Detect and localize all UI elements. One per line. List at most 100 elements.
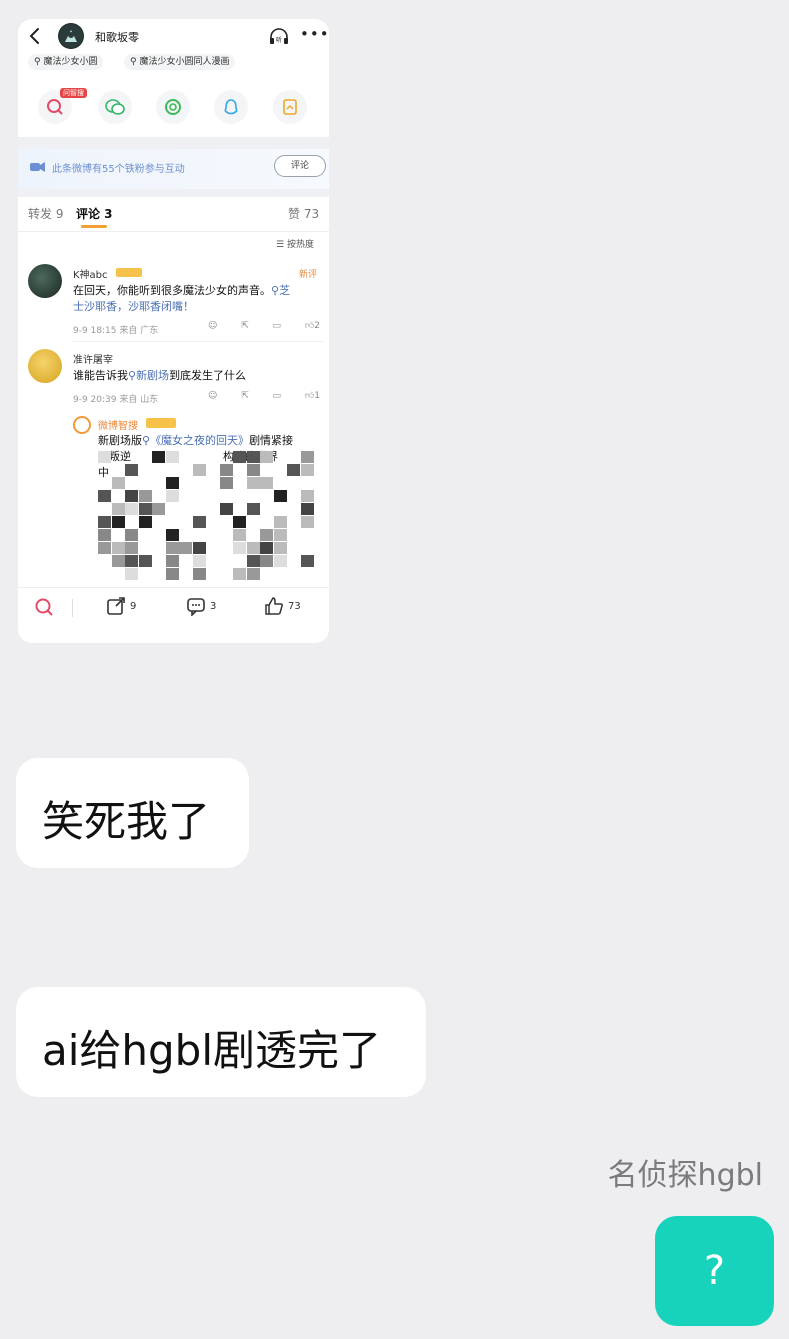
chat-message-bubble[interactable]: 笑死我了 bbox=[16, 758, 249, 868]
search-icon: ⚲ bbox=[34, 57, 41, 67]
tab-repost[interactable]: 转发 9 bbox=[28, 205, 63, 222]
more-menu-icon[interactable]: ••• bbox=[300, 25, 329, 43]
mosaic-cell bbox=[300, 516, 314, 528]
repost-button[interactable]: 9 bbox=[106, 595, 136, 617]
comment-divider bbox=[73, 341, 323, 342]
mosaic-cell bbox=[98, 529, 111, 541]
own-message-bubble[interactable]: ? bbox=[655, 1216, 774, 1326]
wechat-icon[interactable] bbox=[98, 90, 132, 124]
mosaic-cell bbox=[98, 451, 111, 463]
comments-button[interactable]: 3 bbox=[186, 595, 216, 617]
smart-search-avatar[interactable] bbox=[73, 416, 91, 434]
smart-search-icon[interactable] bbox=[34, 597, 54, 617]
sort-by-hot[interactable]: ☰ 按热度 bbox=[276, 237, 314, 250]
search-icon: ⚲ bbox=[130, 57, 137, 67]
comment-link[interactable]: 新剧场 bbox=[136, 369, 169, 382]
chat-message-bubble[interactable]: ai给hgbl剧透完了 bbox=[16, 987, 426, 1097]
back-arrow-icon[interactable] bbox=[26, 26, 44, 46]
pixelated-redaction bbox=[98, 451, 318, 581]
mosaic-cell bbox=[111, 542, 125, 554]
mosaic-cell bbox=[152, 464, 165, 476]
qq-icon[interactable] bbox=[214, 90, 248, 124]
comment-link[interactable]: 芝 bbox=[279, 284, 290, 297]
repost-icon[interactable]: ⇱ bbox=[241, 391, 249, 401]
mosaic-cell bbox=[165, 451, 179, 463]
sender-name: 名侦探hgbl bbox=[607, 1158, 763, 1193]
mosaic-cell bbox=[125, 477, 138, 489]
mosaic-cell bbox=[233, 542, 246, 554]
mosaic-cell bbox=[125, 568, 138, 580]
reply-icon[interactable]: ▭ bbox=[273, 321, 282, 331]
comment-text: 在回天，你能听到很多魔法少女的声音。⚲芝 士沙耶香，沙耶香闭嘴！ bbox=[73, 284, 291, 313]
vip-badge bbox=[116, 268, 142, 277]
mosaic-cell bbox=[246, 542, 260, 554]
search-chip[interactable]: ⚲ 魔法少女小圆 bbox=[28, 54, 104, 70]
repost-icon bbox=[107, 597, 125, 615]
mosaic-cell bbox=[246, 490, 260, 502]
account-avatar[interactable] bbox=[58, 23, 84, 49]
reply-link[interactable]: 《魔女之夜的回天》 bbox=[150, 434, 249, 447]
thumb-up-icon: 👍︎ bbox=[304, 321, 315, 331]
mosaic-cell bbox=[138, 516, 152, 528]
reply-username[interactable]: 微博智搜 bbox=[98, 417, 138, 432]
mosaic-cell bbox=[273, 542, 287, 554]
headphones-icon[interactable]: 听 bbox=[268, 27, 290, 45]
mosaic-cell bbox=[111, 516, 125, 528]
mosaic-cell bbox=[300, 555, 314, 567]
bar-separator bbox=[72, 599, 73, 617]
mosaic-cell bbox=[98, 542, 111, 554]
comment-text: 谁能告诉我⚲新剧场到底发生了什么 bbox=[73, 369, 247, 382]
mosaic-cell bbox=[125, 464, 138, 476]
emoji-icon[interactable]: ☺ bbox=[208, 391, 217, 401]
mosaic-cell bbox=[273, 555, 287, 567]
mosaic-cell bbox=[300, 503, 314, 515]
search-chip[interactable]: ⚲ 魔法少女小圆同人漫画 bbox=[124, 54, 236, 70]
comment-username[interactable]: 准许屠宰 bbox=[73, 351, 113, 366]
emoji-icon[interactable]: ☺ bbox=[208, 321, 217, 331]
mosaic-cell bbox=[219, 464, 233, 476]
comment-username[interactable]: K神abc bbox=[73, 266, 108, 281]
mosaic-cell bbox=[300, 451, 314, 463]
mosaic-cell bbox=[260, 529, 273, 541]
like-button[interactable]: 73 bbox=[264, 595, 301, 617]
comment-actions: ☺ ⇱ ▭ 👍︎1 bbox=[208, 391, 320, 401]
tab-comment[interactable]: 评论 3 bbox=[76, 205, 113, 222]
shared-screenshot[interactable]: 和歌坂零 听 ••• ⚲ 魔法少女小圆 ⚲ 魔法少女小圆同人漫画 问智搜 此条微… bbox=[18, 19, 329, 643]
save-image-icon[interactable] bbox=[273, 90, 307, 124]
mosaic-cell bbox=[138, 490, 152, 502]
mosaic-cell bbox=[246, 568, 260, 580]
vip-crown-badge bbox=[146, 418, 176, 428]
moments-icon[interactable] bbox=[156, 90, 190, 124]
like-button[interactable]: 👍︎2 bbox=[305, 321, 320, 331]
mosaic-cell bbox=[125, 529, 138, 541]
comment-meta: 9-9 20:39 来自 山东 bbox=[73, 395, 159, 405]
avatar-figure-icon bbox=[59, 24, 83, 48]
repost-icon[interactable]: ⇱ bbox=[241, 321, 249, 331]
tab-like[interactable]: 赞 73 bbox=[288, 205, 319, 222]
search-icon: ⚲ bbox=[142, 434, 151, 447]
mosaic-cell bbox=[111, 477, 125, 489]
mosaic-cell bbox=[300, 529, 314, 541]
mosaic-cell bbox=[260, 555, 273, 567]
comment-avatar[interactable] bbox=[28, 349, 62, 383]
mosaic-cell bbox=[152, 542, 165, 554]
mosaic-cell bbox=[246, 503, 260, 515]
mosaic-cell bbox=[273, 490, 287, 502]
mosaic-cell bbox=[125, 555, 138, 567]
mosaic-cell bbox=[206, 477, 219, 489]
mosaic-cell bbox=[246, 555, 260, 567]
sort-icon: ☰ bbox=[276, 240, 287, 250]
comment-avatar[interactable] bbox=[28, 264, 62, 298]
like-button[interactable]: 👍︎1 bbox=[305, 391, 320, 401]
account-name[interactable]: 和歌坂零 bbox=[95, 29, 139, 45]
mosaic-cell bbox=[300, 464, 314, 476]
comment-button[interactable]: 评论 bbox=[274, 155, 326, 177]
svg-text:听: 听 bbox=[276, 36, 282, 44]
comment-actions: ☺ ⇱ ▭ 👍︎2 bbox=[208, 321, 320, 331]
mosaic-cell bbox=[98, 516, 111, 528]
search-icon: ⚲ bbox=[128, 369, 137, 382]
mosaic-cell bbox=[179, 542, 192, 554]
reply-icon[interactable]: ▭ bbox=[273, 391, 282, 401]
mosaic-cell bbox=[219, 503, 233, 515]
mosaic-cell bbox=[138, 503, 152, 515]
